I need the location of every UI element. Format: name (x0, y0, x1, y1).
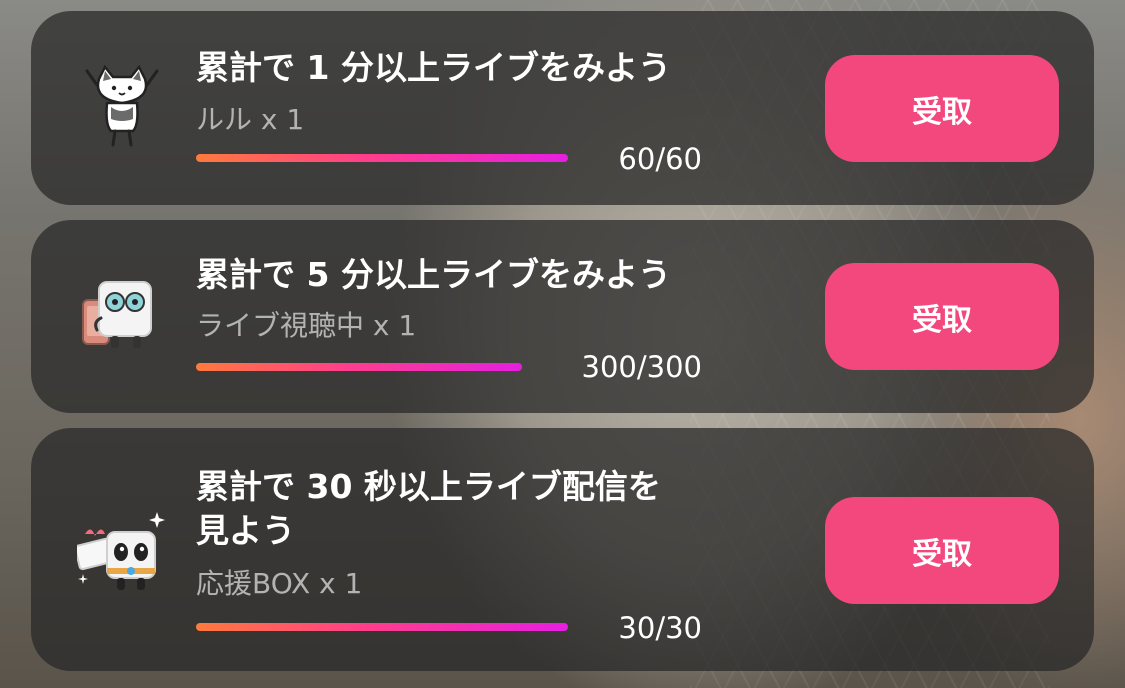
progress-count: 30/30 (618, 611, 702, 645)
reward-label: ルル x 1 (196, 103, 305, 136)
cheer-box-sticker-icon (74, 508, 167, 598)
mission-card: 累計で 5 分以上ライブをみよう ライブ視聴中 x 1 300/300 受取 (31, 220, 1094, 413)
claim-button[interactable]: 受取 (825, 497, 1059, 604)
live-watching-sticker-icon (77, 270, 167, 360)
progress-bar (196, 154, 568, 162)
progress-count: 300/300 (581, 350, 702, 384)
mission-card: 累計で 30 秒以上ライブ配信を 見よう 応援BOX x 1 30/30 受取 (31, 428, 1094, 671)
mission-title: 累計で 1 分以上ライブをみよう (196, 48, 671, 87)
progress-bar (196, 363, 522, 371)
progress-count: 60/60 (618, 142, 702, 176)
reward-label: 応援BOX x 1 (196, 567, 363, 600)
claim-button[interactable]: 受取 (825, 263, 1059, 370)
reward-label: ライブ視聴中 x 1 (196, 309, 417, 342)
mission-card: 累計で 1 分以上ライブをみよう ルル x 1 60/60 受取 (31, 11, 1094, 205)
progress-bar (196, 623, 568, 631)
claim-button[interactable]: 受取 (825, 55, 1059, 162)
cat-sticker-icon (77, 63, 167, 153)
mission-title: 累計で 5 分以上ライブをみよう (196, 255, 671, 294)
mission-title: 累計で 30 秒以上ライブ配信を 見よう (196, 467, 661, 550)
